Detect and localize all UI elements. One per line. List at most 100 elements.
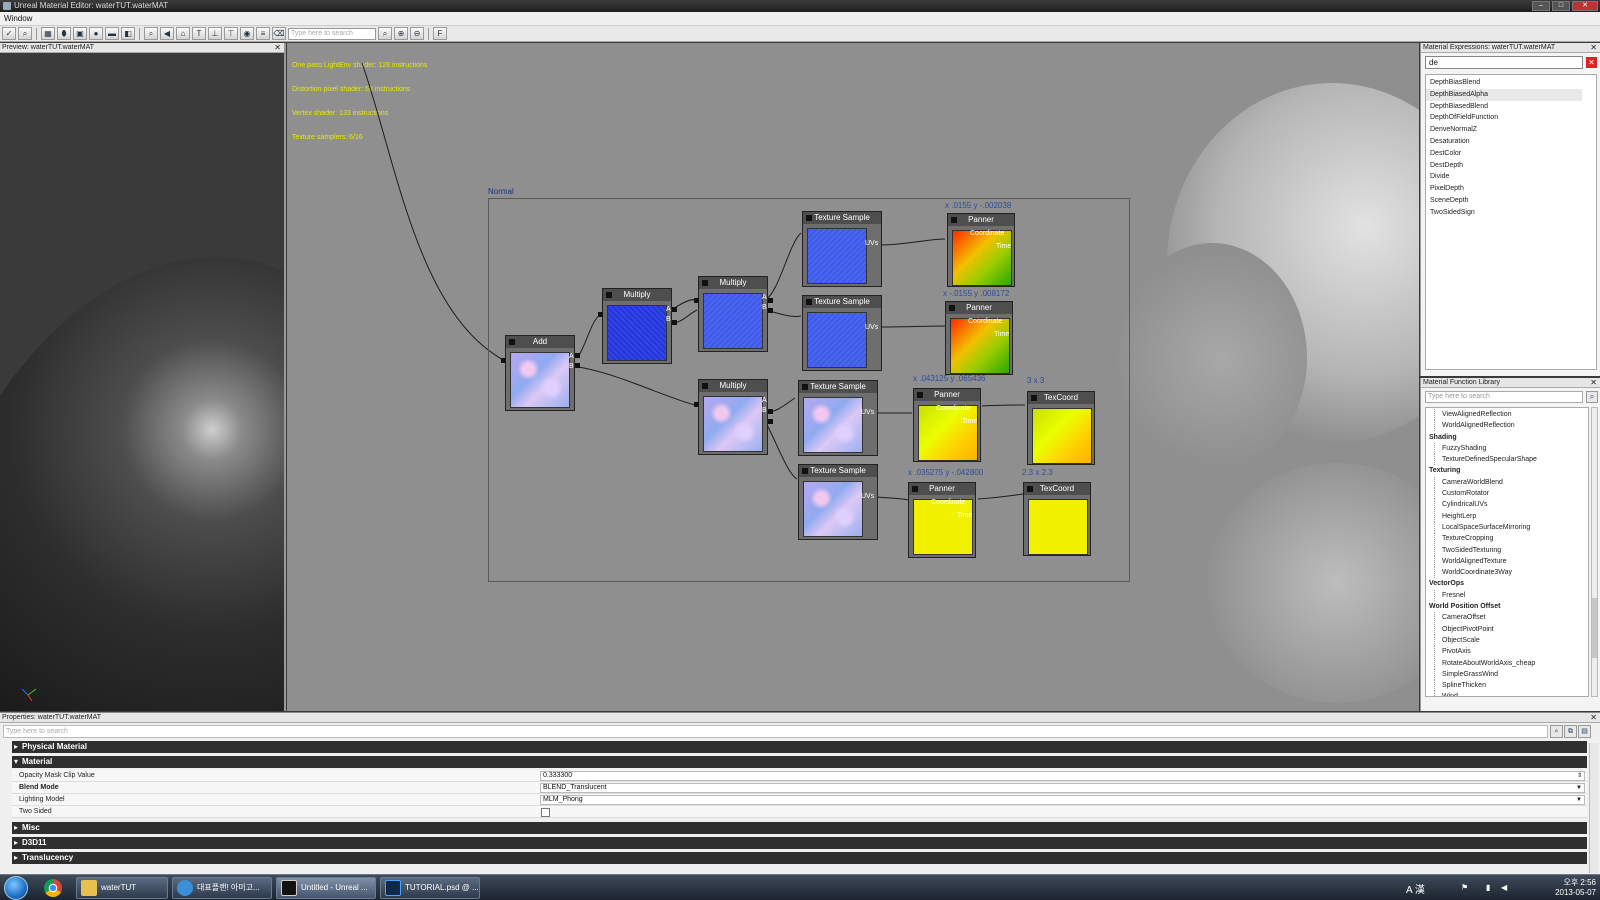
function-item[interactable]: CameraOffset — [1426, 612, 1588, 624]
sphere-preview-icon[interactable]: ● — [89, 27, 103, 40]
close-icon[interactable]: ✕ — [274, 43, 281, 53]
menu-window[interactable]: Window — [4, 14, 32, 23]
node-multiply[interactable]: Multiply A B — [698, 379, 768, 455]
preview-viewport[interactable] — [0, 53, 284, 711]
node-texture-sample[interactable]: Texture Sample UVs — [802, 295, 882, 371]
function-category[interactable]: Shading — [1426, 432, 1588, 443]
node-texture-sample[interactable]: Texture Sample UVs — [798, 464, 878, 540]
connector-icon[interactable]: ⊥ — [208, 27, 222, 40]
close-icon[interactable]: ✕ — [1590, 378, 1597, 388]
realtime-icon[interactable]: ◉ — [240, 27, 254, 40]
maximize-button[interactable]: □ — [1552, 1, 1570, 11]
input-pin[interactable] — [501, 358, 506, 363]
material-graph-canvas[interactable]: One pass LightEnv shader: 128 instructio… — [287, 43, 1419, 711]
function-tree-scrollbar[interactable] — [1591, 407, 1598, 697]
function-item[interactable]: Fresnel — [1426, 589, 1588, 602]
clear-search-icon[interactable]: ✕ — [1586, 57, 1597, 68]
tree-icon[interactable]: ⊤ — [224, 27, 238, 40]
ime-indicator[interactable]: A 漢 — [1406, 881, 1425, 896]
minimize-button[interactable]: – — [1532, 1, 1550, 11]
grid-icon[interactable]: ▦ — [41, 27, 55, 40]
node-multiply[interactable]: Multiply A B — [602, 288, 672, 364]
plane-preview-icon[interactable]: ▬ — [105, 27, 119, 40]
function-item[interactable]: CylindricalUVs — [1426, 499, 1588, 511]
start-button[interactable] — [4, 876, 28, 900]
close-icon[interactable]: ✕ — [1590, 43, 1597, 53]
text-icon[interactable]: T — [192, 27, 206, 40]
function-item[interactable]: WorldCoordinate3Way — [1426, 567, 1588, 579]
copy-icon[interactable]: ⧉ — [1564, 725, 1577, 738]
zoom-out-icon[interactable]: ⊖ — [410, 27, 424, 40]
expression-list-item[interactable]: DepthOfFieldFunction — [1426, 112, 1596, 124]
function-item[interactable]: Wind — [1426, 691, 1588, 696]
input-pin[interactable] — [768, 409, 773, 414]
toolbar-search-input[interactable]: Type here to search — [288, 27, 376, 40]
category-misc[interactable]: Misc — [12, 822, 1587, 834]
search-icon[interactable]: ⌕ — [378, 27, 392, 40]
expression-list-item[interactable]: PixelDepth — [1426, 183, 1596, 195]
category-physical-material[interactable]: Physical Material — [12, 741, 1587, 753]
expression-list-item[interactable]: SceneDepth — [1426, 195, 1596, 207]
function-tree[interactable]: ViewAlignedReflection WorldAlignedReflect… — [1425, 407, 1589, 697]
function-item[interactable]: ViewAlignedReflection — [1426, 409, 1588, 421]
cylinder-preview-icon[interactable]: ⬮ — [57, 27, 71, 40]
mesh-preview-icon[interactable]: ◧ — [121, 27, 135, 40]
function-search-input[interactable]: Type here to search — [1425, 391, 1583, 403]
properties-scrollbar[interactable] — [1589, 743, 1598, 873]
node-multiply[interactable]: Multiply A B — [698, 276, 768, 352]
function-item[interactable]: ObjectPivotPoint — [1426, 623, 1588, 635]
network-icon[interactable]: ▮ — [1486, 883, 1490, 892]
node-add[interactable]: Add A B — [505, 335, 575, 411]
taskbar-item-photoshop[interactable]: TUTORIAL.psd @ ... — [380, 877, 480, 899]
input-pin[interactable] — [768, 419, 773, 424]
taskbar-item-ie[interactable]: 대표플랜! 아미고... — [172, 877, 272, 899]
expressions-list[interactable]: DepthBiasBlend DepthBiasedAlpha DepthBiase… — [1425, 74, 1597, 370]
search-browser-icon[interactable]: ⌕ — [18, 27, 32, 40]
function-item[interactable]: HeightLerp — [1426, 510, 1588, 522]
apply-check-icon[interactable]: ✓ — [2, 27, 16, 40]
opacity-mask-clip-input[interactable]: 0.333300 ⇕ — [540, 771, 1585, 781]
function-item[interactable]: LocalSpaceSurfaceMirroring — [1426, 521, 1588, 534]
input-pin[interactable] — [672, 320, 677, 325]
node-texcoord[interactable]: TexCoord — [1023, 482, 1091, 556]
function-item[interactable]: CustomRotator — [1426, 488, 1588, 500]
input-pin[interactable] — [575, 353, 580, 358]
expressions-search-input[interactable]: de — [1425, 56, 1583, 69]
expression-list-item[interactable]: DepthBiasedAlpha — [1426, 88, 1582, 101]
function-item[interactable]: TextureCropping — [1426, 533, 1588, 545]
find-icon[interactable]: ⌕ — [144, 27, 158, 40]
home-icon[interactable]: ⌂ — [176, 27, 190, 40]
function-item[interactable]: RotateAboutWorldAxis_cheap — [1426, 657, 1588, 669]
function-icon[interactable]: F — [433, 27, 447, 40]
close-icon[interactable]: ✕ — [1590, 713, 1597, 723]
flag-icon[interactable]: ⚑ — [1461, 883, 1468, 892]
expression-list-item[interactable]: DeriveNormalZ — [1426, 124, 1596, 136]
function-item[interactable]: ObjectScale — [1426, 634, 1588, 647]
input-pin[interactable] — [768, 308, 773, 313]
taskbar-item-unreal[interactable]: Untitled - Unreal ... — [276, 877, 376, 899]
function-item[interactable]: FuzzyShading — [1426, 442, 1588, 455]
lighting-model-select[interactable]: MLM_Phong ▼ — [540, 795, 1585, 805]
input-pin[interactable] — [575, 363, 580, 368]
expression-list-item[interactable]: TwoSidedSign — [1426, 207, 1596, 219]
clock[interactable]: 오후 2:56 2013-05-07 — [1555, 878, 1596, 898]
taskbar-item-explorer[interactable]: waterTUT — [76, 877, 168, 899]
function-category[interactable]: World Position Offset — [1426, 601, 1588, 612]
output-pin[interactable] — [598, 312, 603, 317]
search-icon[interactable]: ⌕ — [1586, 391, 1598, 403]
lock-icon[interactable]: ▤ — [1578, 725, 1591, 738]
node-panner[interactable]: Panner Coordinate Time — [947, 213, 1015, 287]
function-item[interactable]: SplineThicken — [1426, 680, 1588, 692]
expression-list-item[interactable]: DestColor — [1426, 148, 1596, 160]
two-sided-checkbox[interactable] — [541, 808, 550, 817]
clean-icon[interactable]: ⌫ — [272, 27, 286, 40]
function-item[interactable]: TextureDefinedSpecularShape — [1426, 454, 1588, 466]
expression-list-item[interactable]: DepthBiasBlend — [1426, 77, 1596, 89]
cube-preview-icon[interactable]: ▣ — [73, 27, 87, 40]
function-item[interactable]: SimpleGrassWind — [1426, 668, 1588, 681]
properties-search-input[interactable]: Type here to search — [3, 725, 1548, 738]
node-panner[interactable]: Panner Coordinate Time — [913, 388, 981, 462]
function-item[interactable]: WorldAlignedReflection — [1426, 420, 1588, 432]
function-item[interactable]: TwoSidedTexturing — [1426, 544, 1588, 556]
close-window-button[interactable]: ✕ — [1572, 1, 1598, 11]
